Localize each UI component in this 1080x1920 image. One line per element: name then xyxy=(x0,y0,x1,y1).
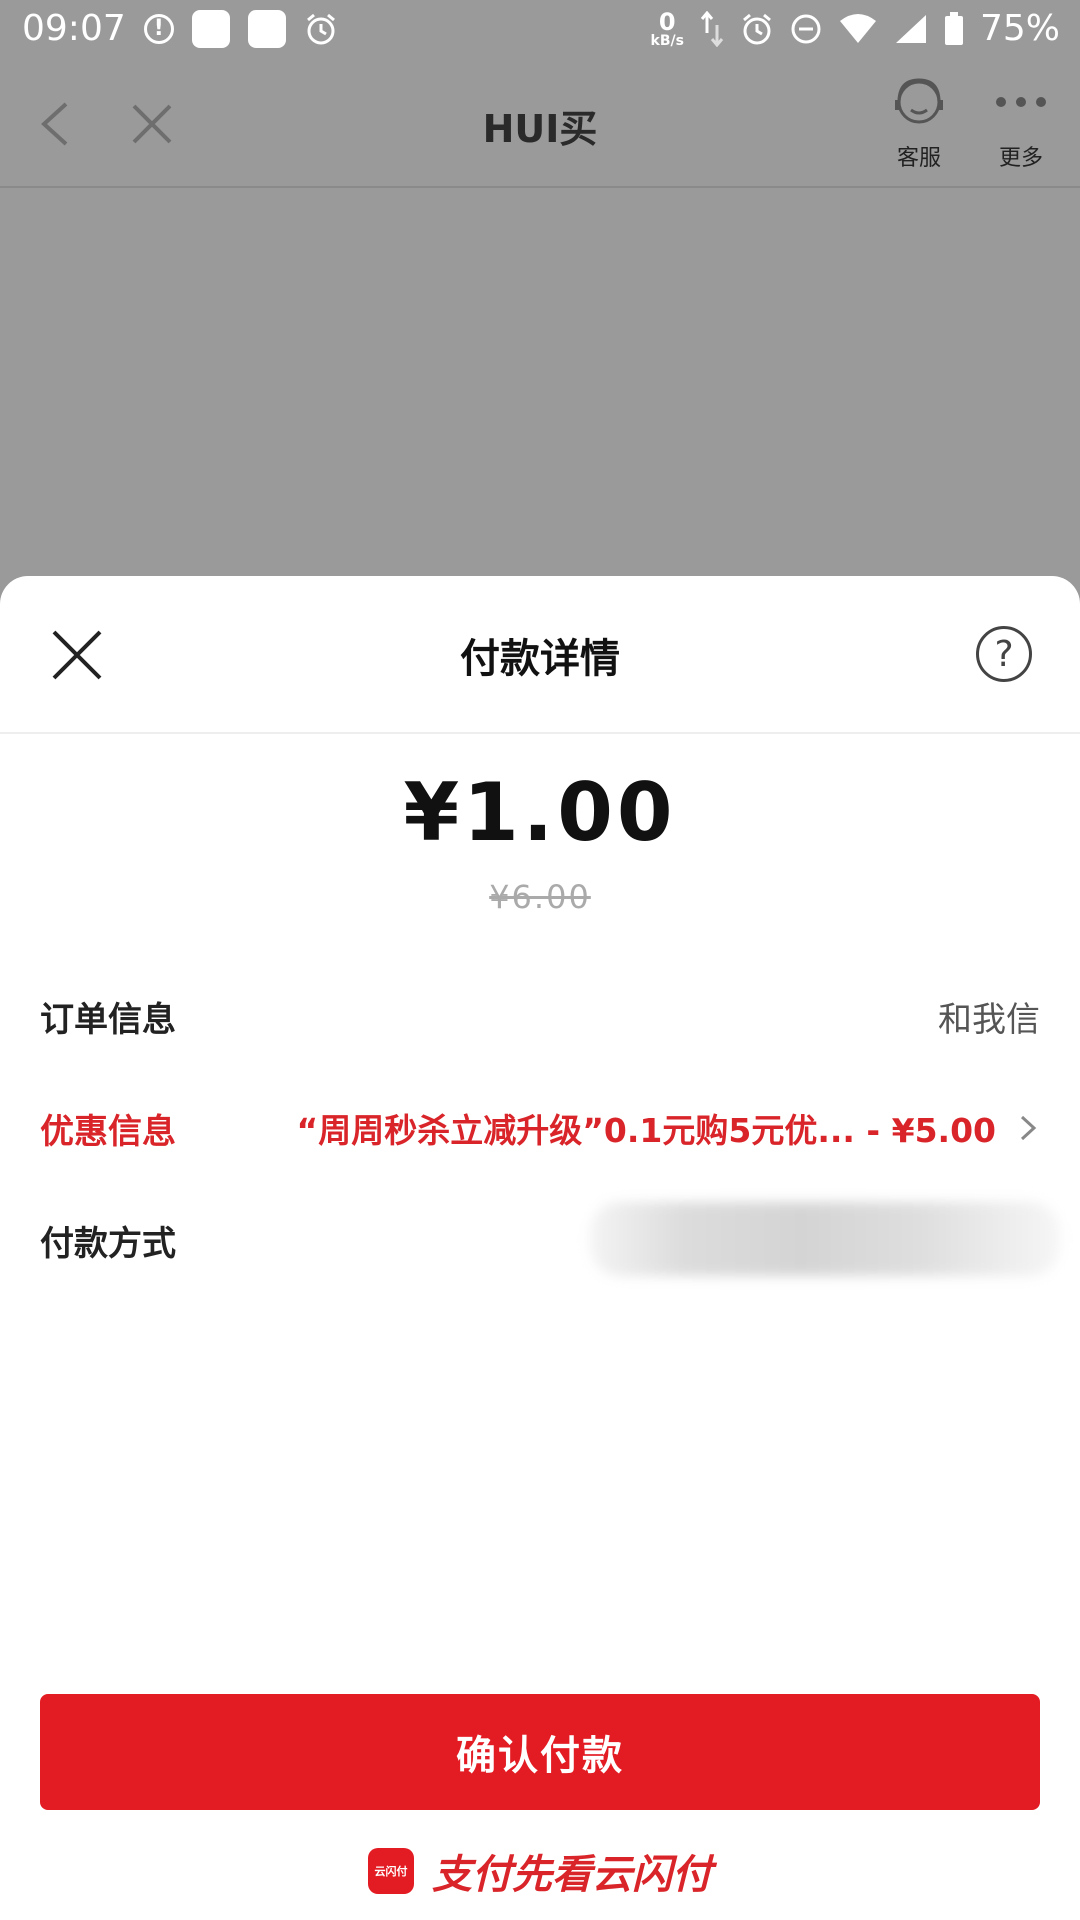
discount-info-value: “周周秒杀立减升级”0.1元购5元优... - ¥5.00 xyxy=(296,1111,996,1150)
order-info-label: 订单信息 xyxy=(40,999,176,1040)
payment-method-label: 付款方式 xyxy=(40,1223,176,1264)
unionpay-quickpass-logo-icon: 云闪付 xyxy=(368,1848,414,1894)
more-dots-icon xyxy=(996,97,1046,107)
footer-brand: 云闪付 支付先看云闪付 xyxy=(0,1842,1080,1900)
notification-icon xyxy=(191,9,230,48)
alert-icon: ! xyxy=(143,13,174,44)
notification-icon xyxy=(247,9,286,48)
do-not-disturb-icon xyxy=(791,14,821,43)
sheet-title: 付款详情 xyxy=(460,636,620,682)
help-icon[interactable]: ? xyxy=(976,626,1032,682)
order-info-row: 订单信息 和我信 xyxy=(40,986,1040,1046)
alarm-icon xyxy=(743,13,771,44)
more-button[interactable]: 更多 xyxy=(988,76,1054,172)
discount-info-row[interactable]: 优惠信息 “周周秒杀立减升级”0.1元购5元优... - ¥5.00 xyxy=(40,1098,1040,1158)
data-transfer-icon xyxy=(700,10,724,47)
net-speed: 0 kB/s xyxy=(650,7,684,49)
customer-service-button[interactable]: 客服 xyxy=(886,76,952,172)
order-info-value: 和我信 xyxy=(938,999,1040,1040)
battery-percent: 75% xyxy=(979,8,1060,49)
wifi-icon xyxy=(839,13,876,43)
signal-icon xyxy=(895,14,926,43)
original-price: ¥6.00 xyxy=(489,878,591,916)
discount-info-label: 优惠信息 xyxy=(40,1111,176,1152)
status-bar: 09:07 ! 0 kB/s 75% xyxy=(0,0,1080,62)
confirm-payment-button[interactable]: 确认付款 xyxy=(40,1694,1040,1810)
payment-method-blurred xyxy=(590,1202,1060,1276)
payment-amount: ¥1.00 xyxy=(403,766,677,859)
clock: 09:07 xyxy=(22,8,126,49)
alarm-icon xyxy=(306,13,335,44)
chevron-right-icon xyxy=(1020,1115,1037,1141)
battery-icon xyxy=(944,11,963,45)
footer-slogan: 支付先看云闪付 xyxy=(432,1852,712,1898)
app-bar: HUI买 客服 更多 xyxy=(0,62,1080,188)
sheet-header: 付款详情 ? xyxy=(0,576,1080,734)
customer-service-icon xyxy=(895,78,943,124)
